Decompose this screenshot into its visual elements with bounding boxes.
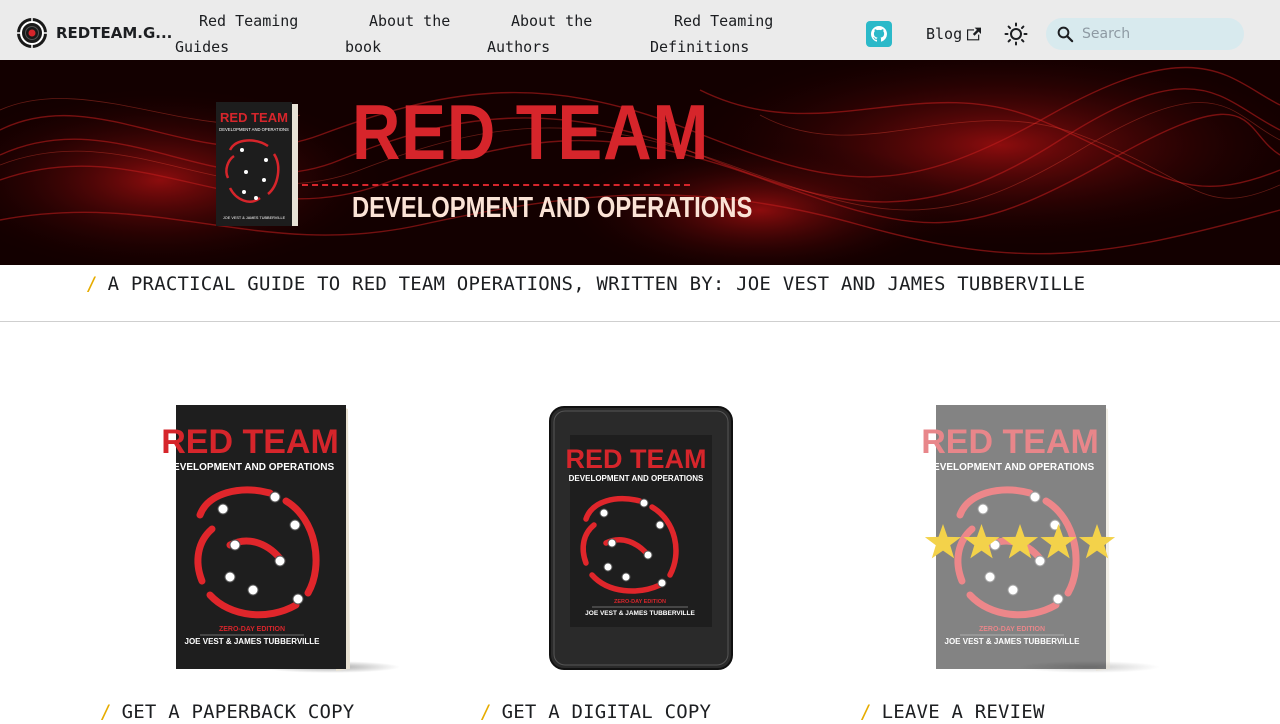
sun-icon <box>1004 22 1028 46</box>
nav-link-label: About the <box>511 12 593 30</box>
book-title: RED TEAM <box>921 423 1099 461</box>
hero-dashed-rule <box>302 184 690 186</box>
theme-toggle-button[interactable] <box>1003 21 1029 47</box>
search-box[interactable] <box>1046 18 1244 50</box>
card-paperback[interactable]: RED TEAM DEVELOPMENT AND OPERATIONS ZERO… <box>100 395 420 723</box>
nav-link-label: book <box>345 38 382 56</box>
card-label[interactable]: / LEAVE A REVIEW <box>860 700 1045 724</box>
external-link-icon <box>967 27 982 41</box>
card-label[interactable]: / GET A DIGITAL COPY <box>480 700 711 724</box>
review-book-image: RED TEAM DEVELOPMENT AND OPERATIONS ZERO… <box>921 405 1160 673</box>
hero-title: RED TEAM <box>352 88 710 176</box>
book-subtitle: DEVELOPMENT AND OPERATIONS <box>569 474 704 483</box>
ereader-image: RED TEAM DEVELOPMENT AND OPERATIONS ZERO… <box>549 406 733 670</box>
nav-link-label: Authors <box>487 38 551 56</box>
book-edition: ZERO-DAY EDITION <box>219 626 285 633</box>
book-subtitle: DEVELOPMENT AND OPERATIONS <box>926 462 1095 473</box>
blog-link-label: Blog <box>926 25 963 43</box>
hero-book-title: RED TEAM <box>220 110 288 125</box>
book-authors: JOE VEST & JAMES TUBBERVILLE <box>945 637 1081 646</box>
search-input[interactable] <box>1080 25 1234 43</box>
hero-banner: RED TEAM DEVELOPMENT AND OPERATIONS JOE … <box>0 60 1280 265</box>
paperback-book-image: RED TEAM DEVELOPMENT AND OPERATIONS ZERO… <box>161 405 400 673</box>
nav-link-label: Red Teaming <box>199 12 299 30</box>
card-label[interactable]: / GET A PAPERBACK COPY <box>100 700 354 724</box>
search-icon <box>1057 26 1074 43</box>
nav-link-red-teaming-definitions[interactable]: Red Teaming Definitions <box>650 8 773 60</box>
section-divider <box>0 321 1280 322</box>
github-button[interactable] <box>866 21 892 47</box>
card-digital[interactable]: RED TEAM DEVELOPMENT AND OPERATIONS ZERO… <box>480 395 800 723</box>
book-authors: JOE VEST & JAMES TUBBERVILLE <box>585 610 695 617</box>
brand-home-link[interactable]: REDTEAM.G... <box>16 17 172 49</box>
hero-subtitle: DEVELOPMENT AND OPERATIONS <box>352 192 753 224</box>
nav-link-label: Definitions <box>650 38 750 56</box>
nav-link-about-the-book[interactable]: About the book <box>345 8 450 60</box>
nav-link-label: Red Teaming <box>674 12 774 30</box>
page-tagline: / A PRACTICAL GUIDE TO RED TEAM OPERATION… <box>86 272 1085 296</box>
book-title: RED TEAM <box>566 444 707 474</box>
blog-link[interactable]: Blog <box>926 21 982 47</box>
book-authors: JOE VEST & JAMES TUBBERVILLE <box>185 637 321 646</box>
card-review[interactable]: RED TEAM DEVELOPMENT AND OPERATIONS ZERO… <box>860 395 1180 723</box>
hero-book-subtitle: DEVELOPMENT AND OPERATIONS <box>219 127 289 132</box>
book-edition: ZERO-DAY EDITION <box>979 626 1045 633</box>
top-navbar: REDTEAM.G... Red Teaming Guides About th… <box>0 0 1280 60</box>
nav-link-label: Guides <box>175 38 230 56</box>
nav-link-about-the-authors[interactable]: About the Authors <box>487 8 592 60</box>
github-icon <box>871 26 887 42</box>
book-title: RED TEAM <box>161 423 339 461</box>
nav-link-label: About the <box>369 12 451 30</box>
nav-link-red-teaming-guides[interactable]: Red Teaming Guides <box>175 8 298 60</box>
book-edition: ZERO-DAY EDITION <box>614 599 666 605</box>
tagline-text: A PRACTICAL GUIDE TO RED TEAM OPERATIONS… <box>107 273 1086 295</box>
hero-book-cover: RED TEAM DEVELOPMENT AND OPERATIONS JOE … <box>216 102 298 226</box>
slash-accent: / <box>86 273 98 295</box>
brand-title: REDTEAM.G... <box>56 24 173 42</box>
hero-book-authors: JOE VEST & JAMES TUBBERVILLE <box>223 216 286 220</box>
book-subtitle: DEVELOPMENT AND OPERATIONS <box>166 462 335 473</box>
target-logo-icon <box>17 18 47 48</box>
